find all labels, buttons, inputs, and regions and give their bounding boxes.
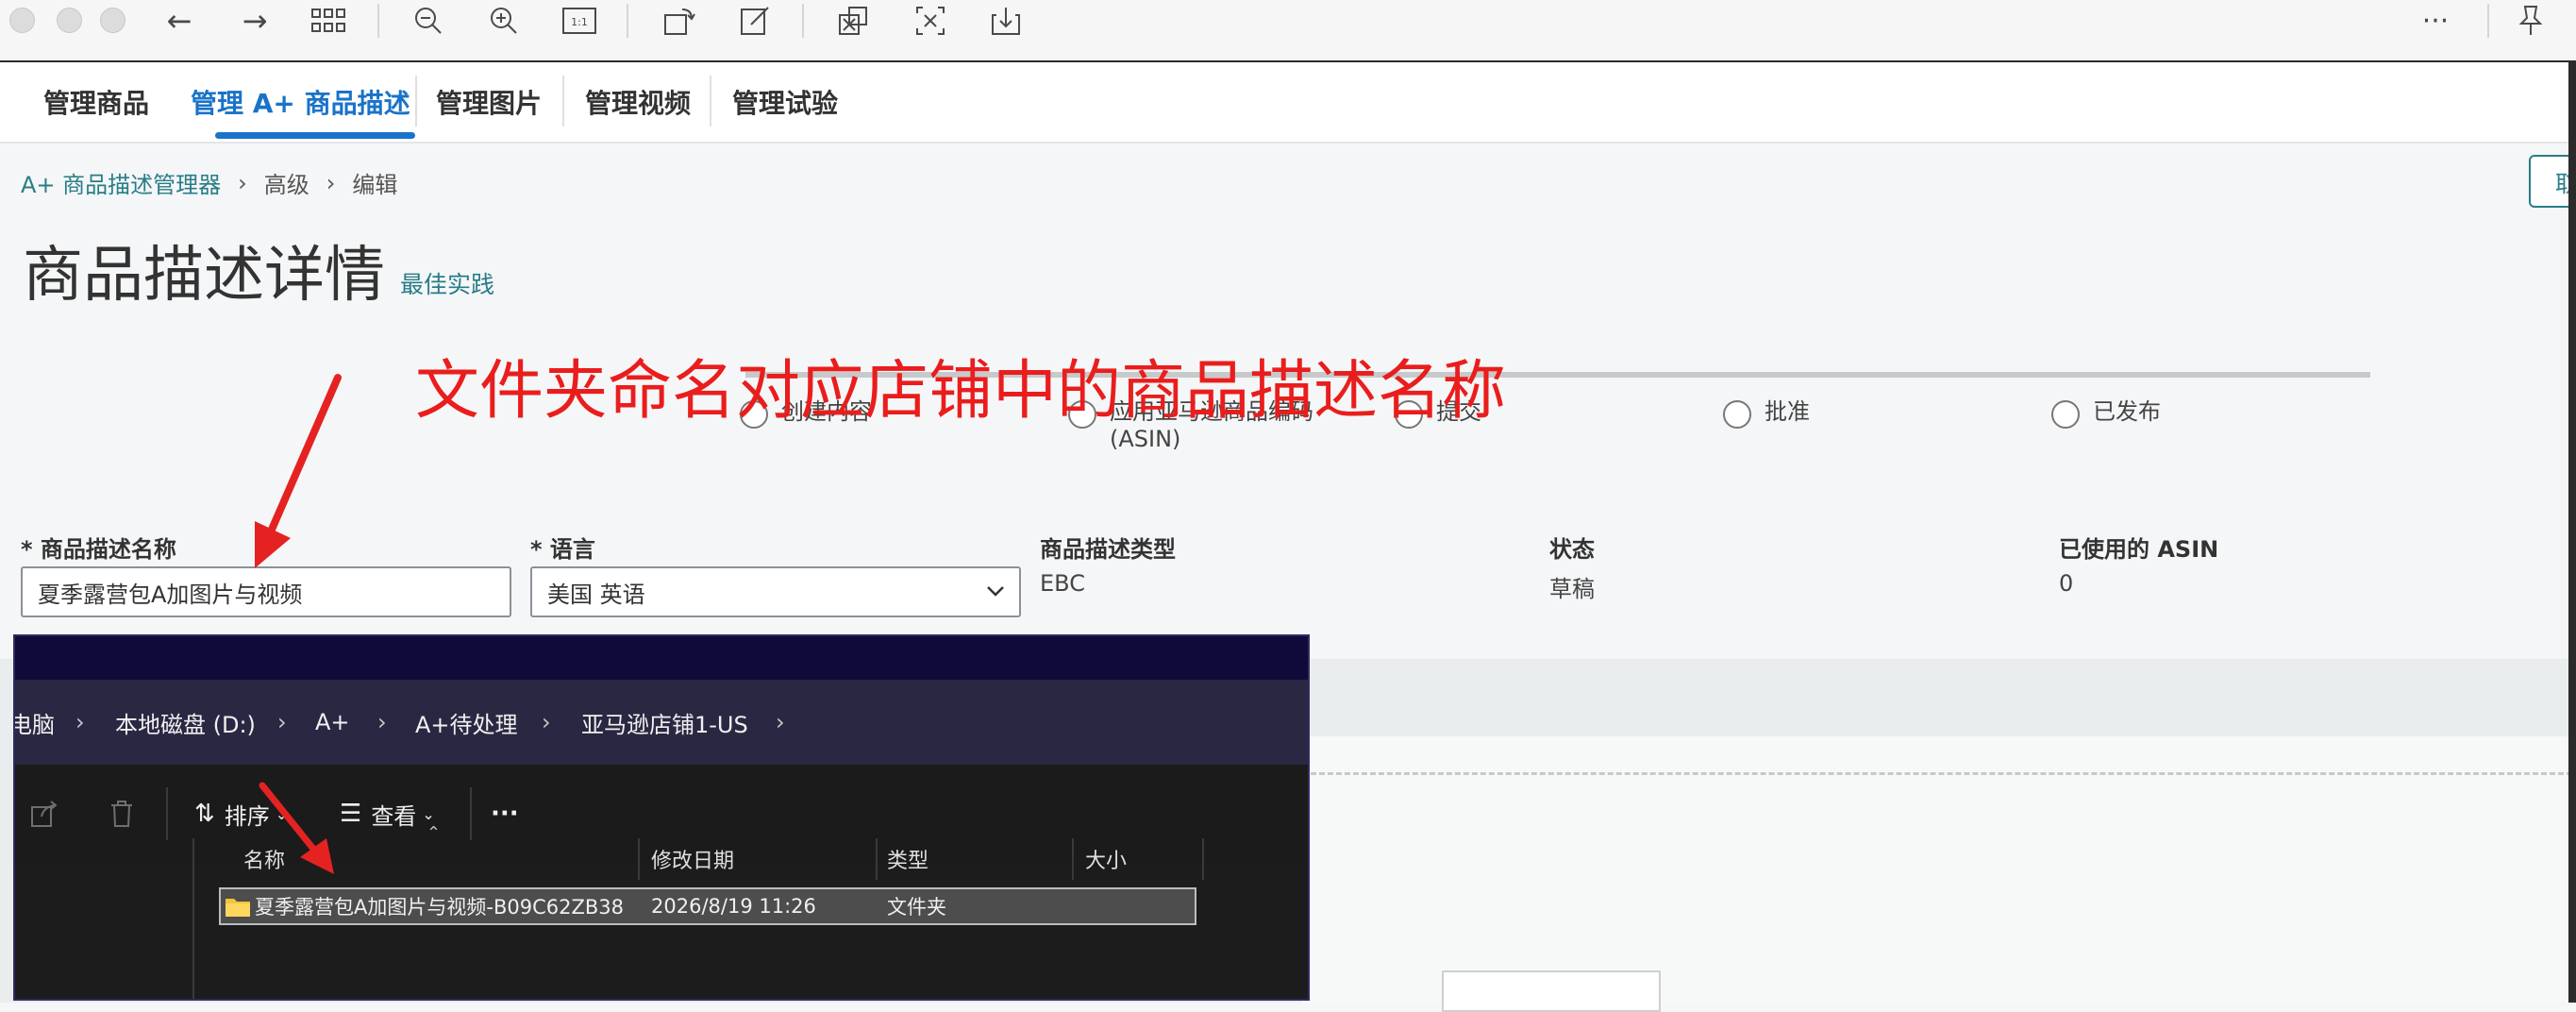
type-label: 商品描述类型 (1040, 536, 1176, 563)
path-disk-d[interactable]: 本地磁盘 (D:) (115, 680, 256, 765)
window-close-button[interactable] (9, 8, 35, 33)
chevron-right-icon: › (238, 169, 247, 196)
sort-icon: ⇅ (194, 800, 215, 828)
view-button[interactable]: ☰ 查看 ⌄ (340, 765, 435, 863)
file-date: 2026/8/19 11:26 (651, 895, 816, 918)
name-label: * 商品描述名称 (21, 536, 176, 563)
asin-value: 0 (2059, 570, 2074, 597)
add-module-box[interactable] (1442, 970, 1661, 1012)
zoom-in-icon[interactable] (485, 0, 523, 42)
type-value: EBC (1040, 570, 1085, 597)
page-title: 商品描述详情 (23, 241, 385, 311)
folder-icon (225, 887, 251, 925)
column-type[interactable]: 类型 (887, 838, 928, 880)
explorer-titlebar (15, 636, 1308, 680)
column-separator (876, 838, 878, 880)
status-value: 草稿 (1549, 576, 1595, 602)
actual-size-icon[interactable]: 1:1 (560, 0, 598, 42)
language-value: 美国 英语 (547, 581, 645, 608)
breadcrumb-edit: 编辑 (352, 172, 398, 198)
chevron-right-icon: › (776, 709, 785, 735)
download-icon[interactable] (987, 0, 1025, 42)
tab-manage-experiments[interactable]: 管理试验 (732, 62, 838, 142)
chevron-right-icon: › (326, 169, 336, 196)
annotation-arrow-file (259, 782, 334, 874)
extract-icon[interactable] (834, 0, 872, 42)
tab-divider (562, 76, 564, 126)
cmd-divider (166, 787, 168, 840)
window-zoom-button[interactable] (100, 8, 125, 33)
tab-manage-aplus[interactable]: 管理 A+ 商品描述 (191, 62, 410, 142)
asin-label: 已使用的 ASIN (2059, 536, 2219, 563)
chevron-right-icon: › (277, 709, 287, 735)
view-label: 查看 (371, 802, 417, 830)
column-separator (1072, 838, 1074, 880)
column-separator (1202, 838, 1204, 880)
rotate-icon[interactable] (661, 0, 698, 42)
forward-icon[interactable]: → (236, 0, 274, 42)
edit-icon[interactable] (736, 0, 774, 42)
chevron-down-icon: ⌄ (422, 804, 435, 823)
explorer-address-bar: 电脑 › 本地磁盘 (D:) › A+ › A+待处理 › 亚马逊店铺1-US … (15, 680, 1308, 765)
path-store-us[interactable]: 亚马逊店铺1-US (581, 680, 748, 765)
step-radio-approve (1723, 400, 1751, 429)
step-approve-label: 批准 (1765, 398, 1810, 425)
column-modified[interactable]: 修改日期 (651, 838, 734, 880)
best-practice-link[interactable]: 最佳实践 (400, 266, 494, 300)
step-published-label: 已发布 (2093, 398, 2161, 425)
chevron-right-icon: › (75, 709, 85, 735)
breadcrumb-aplus-manager[interactable]: A+ 商品描述管理器 (21, 166, 221, 199)
column-size[interactable]: 大小 (1085, 838, 1127, 880)
annotation-text: 文件夹命名对应店铺中的商品描述名称 (415, 354, 1507, 429)
status-label: 状态 (1549, 536, 1595, 563)
chevron-down-icon (985, 578, 1006, 610)
window-edge (2568, 62, 2576, 1003)
file-explorer-screenshot: 电脑 › 本地磁盘 (D:) › A+ › A+待处理 › 亚马逊店铺1-US … (13, 634, 1310, 1001)
language-label: * 语言 (530, 536, 595, 563)
tab-manage-images[interactable]: 管理图片 (436, 62, 542, 142)
file-name: 夏季露营包A加图片与视频-B09C62ZB38 (255, 896, 624, 919)
cmd-divider (470, 787, 472, 840)
tab-divider (710, 76, 711, 126)
sort-ascending-icon: ⌃ (427, 823, 442, 843)
annotation-arrow (255, 374, 342, 568)
step-radio-published (2051, 400, 2080, 429)
breadcrumb: A+ 商品描述管理器 › 高级 › 编辑 (21, 166, 397, 199)
zoom-out-icon[interactable] (410, 0, 447, 42)
tab-manage-products[interactable]: 管理商品 (43, 62, 149, 142)
crop-icon[interactable] (912, 0, 949, 42)
path-aplus-pending[interactable]: A+待处理 (415, 680, 518, 765)
more-options-icon[interactable]: ··· (491, 765, 519, 863)
tab-manage-videos[interactable]: 管理视频 (585, 62, 691, 142)
active-tab-indicator (215, 132, 415, 139)
svg-text:1:1: 1:1 (571, 16, 588, 28)
path-aplus[interactable]: A+ (315, 680, 350, 765)
file-type: 文件夹 (887, 896, 946, 919)
chevron-right-icon: › (542, 709, 551, 735)
dashed-divider (1302, 772, 2572, 775)
breadcrumb-advanced[interactable]: 高级 (264, 166, 309, 199)
path-pc[interactable]: 电脑 (15, 680, 55, 765)
chevron-right-icon: › (377, 709, 387, 735)
window-minimize-button[interactable] (57, 8, 82, 33)
more-icon[interactable]: ··· (2414, 0, 2457, 42)
tab-divider (415, 76, 417, 126)
module-area (1302, 736, 2572, 1003)
back-icon[interactable]: ← (160, 0, 198, 42)
app-toolbar: ← → 1:1 ··· (0, 0, 2576, 62)
column-separator (638, 838, 640, 880)
explorer-nav-pane (15, 838, 194, 999)
language-select[interactable]: 美国 英语 (530, 566, 1021, 617)
grid-icon[interactable] (308, 0, 349, 42)
pin-icon[interactable] (2512, 0, 2550, 42)
